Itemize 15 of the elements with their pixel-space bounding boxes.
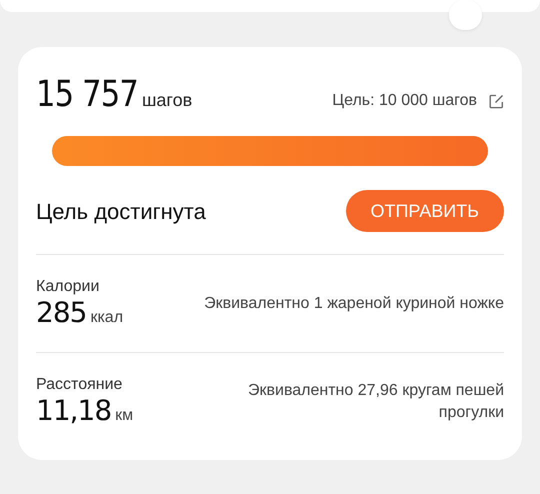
- step-unit: шагов: [142, 89, 192, 112]
- stat-unit: км: [115, 406, 134, 426]
- stat-unit: ккал: [90, 308, 124, 328]
- stat-value: 285: [36, 297, 86, 329]
- stat-equivalent: Эквивалентно 27,96 кругам пешей прогулки: [247, 380, 504, 422]
- goal-status: Цель достигнута: [36, 198, 206, 226]
- stat-label: Калории: [36, 277, 100, 297]
- stat-equivalent: Эквивалентно 1 жареной куриной ножке: [204, 294, 504, 314]
- send-button[interactable]: ОТПРАВИТЬ: [346, 190, 504, 232]
- step-count: 15 757: [36, 75, 138, 115]
- step-goal: Цель: 10 000 шагов: [332, 91, 477, 111]
- stat-value: 11,18: [36, 395, 112, 427]
- edit-icon[interactable]: [489, 94, 504, 108]
- stat-label: Расстояние: [36, 375, 124, 395]
- scroll-handle[interactable]: [449, 0, 482, 30]
